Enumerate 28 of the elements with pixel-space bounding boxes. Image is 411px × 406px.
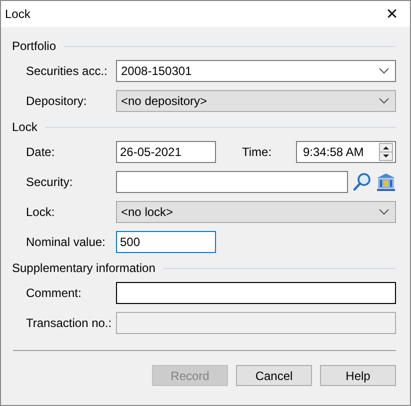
field-label: Securities acc.: bbox=[26, 64, 108, 78]
field-label: Nominal value: bbox=[26, 235, 106, 249]
section-title: Supplementary information bbox=[12, 261, 156, 275]
field-label: Comment: bbox=[26, 286, 82, 300]
window-title: Lock bbox=[4, 7, 30, 21]
text-field[interactable] bbox=[116, 282, 396, 304]
field-label: Date: bbox=[26, 145, 56, 159]
security-field[interactable] bbox=[116, 171, 348, 193]
time-field[interactable]: 9:34:58 AM bbox=[296, 141, 396, 163]
dialog-button[interactable]: Cancel bbox=[236, 365, 312, 386]
field-label: Depository: bbox=[26, 94, 88, 108]
dropdown-field[interactable]: 2008-150301 bbox=[116, 60, 396, 82]
chevron-down-icon bbox=[379, 98, 389, 104]
date-field[interactable]: 26-05-2021 bbox=[116, 141, 216, 163]
section-title: Lock bbox=[12, 120, 38, 134]
section-title: Portfolio bbox=[12, 39, 56, 53]
spinner-icon[interactable] bbox=[379, 143, 393, 161]
chevron-down-icon bbox=[379, 209, 389, 215]
field-label: Time: bbox=[242, 145, 273, 159]
chevron-down-icon bbox=[379, 68, 389, 74]
dialog-button[interactable]: Help bbox=[320, 365, 396, 386]
close-button[interactable]: ✕ bbox=[374, 1, 410, 27]
field-label: Security: bbox=[26, 175, 74, 189]
field-label: Lock: bbox=[26, 205, 56, 219]
bank-icon[interactable] bbox=[376, 172, 396, 192]
nominal-value-field[interactable]: 500 bbox=[116, 231, 216, 253]
field-label: Transaction no.: bbox=[26, 316, 113, 330]
search-icon[interactable] bbox=[352, 172, 372, 192]
